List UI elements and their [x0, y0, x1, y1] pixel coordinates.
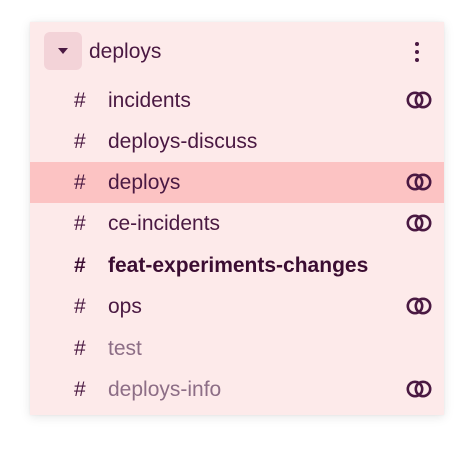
channel-item-0[interactable]: # incidents [30, 80, 444, 121]
hash-icon: # [74, 337, 86, 360]
shared-channel-icon [406, 297, 432, 315]
channel-name: deploys-discuss [108, 130, 258, 153]
hash-icon: # [74, 254, 86, 277]
channel-name: incidents [108, 89, 191, 112]
hash-icon: # [74, 130, 86, 153]
channel-item-6[interactable]: # test [30, 328, 444, 369]
channel-name: ops [108, 295, 142, 318]
hash-icon: # [74, 378, 86, 401]
channel-item-3[interactable]: # ce-incidents [30, 203, 444, 244]
kebab-menu-icon[interactable] [412, 40, 422, 64]
hash-icon: # [74, 89, 86, 112]
shared-channel-icon [406, 91, 432, 109]
section-collapse-toggle[interactable] [44, 32, 82, 70]
channel-section-panel: deploys # incidents # deploys-discuss # deplo… [30, 22, 444, 415]
section-header: deploys [30, 22, 444, 82]
shared-channel-icon [406, 380, 432, 398]
hash-icon: # [74, 212, 86, 235]
channel-name: deploys-info [108, 378, 222, 401]
channel-item-4[interactable]: # feat-experiments-changes [30, 245, 444, 286]
caret-down-icon [58, 48, 68, 54]
channel-name: deploys [108, 171, 181, 194]
channel-item-1[interactable]: # deploys-discuss [30, 121, 444, 162]
section-title[interactable]: deploys [89, 38, 161, 66]
hash-icon: # [74, 171, 86, 194]
channel-item-5[interactable]: # ops [30, 286, 444, 327]
channel-name: feat-experiments-changes [108, 254, 369, 277]
channel-name: test [108, 337, 142, 360]
channel-name: ce-incidents [108, 212, 221, 235]
shared-channel-icon [406, 173, 432, 191]
channel-item-2[interactable]: # deploys [30, 162, 444, 203]
shared-channel-icon [406, 214, 432, 232]
hash-icon: # [74, 295, 86, 318]
channel-item-7[interactable]: # deploys-info [30, 369, 444, 410]
